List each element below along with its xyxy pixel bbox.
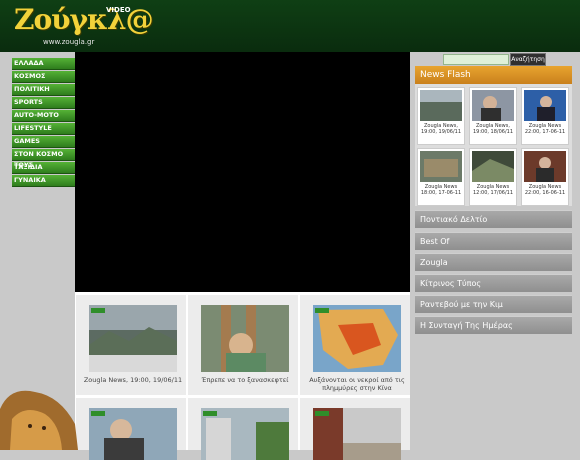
category-rantevou[interactable]: Ραντεβού με την Κιμ	[415, 295, 572, 313]
menu-item-women[interactable]: ΓΥΝΑΙΚΑ	[12, 175, 76, 187]
lion-illustration	[0, 390, 78, 450]
news-caption: Zougla News 22:00, 17-06-11	[524, 123, 566, 135]
main-menu: ΕΛΛΑΔΑ ΚΟΣΜΟΣ ΠΟΛΙΤΙΚΗ SPORTS AUTO-MOTO …	[12, 58, 76, 188]
news-flash-title: News Flash	[415, 66, 572, 84]
category-best-of[interactable]: Best Of	[415, 232, 572, 250]
menu-item-games[interactable]: GAMES	[12, 136, 76, 148]
menu-item-auto-moto[interactable]: AUTO-MOTO	[12, 110, 76, 122]
video-thumbnail	[89, 305, 177, 372]
video-thumbnail	[89, 408, 177, 460]
news-thumbnail	[524, 90, 566, 121]
site-header: Ζούγκλ@ VIDEO www.zougla.gr	[0, 0, 580, 52]
video-grid: Zougla News, 19:00, 19/06/11 Έπρεπε να τ…	[75, 292, 410, 460]
news-caption: Zougla News, 19:00, 19/06/11	[420, 123, 462, 135]
news-flash-item[interactable]: Zougla News 18:00, 17-06-11	[417, 148, 465, 206]
video-caption: Zougla News, 19:00, 19/06/11	[83, 376, 183, 384]
news-flash-item[interactable]: Zougla News, 19:00, 18/06/11	[469, 87, 517, 145]
video-thumbnail	[313, 305, 401, 372]
menu-item-world[interactable]: ΚΟΣΜΟΣ	[12, 71, 76, 83]
news-thumbnail	[420, 151, 462, 182]
news-flash-panel: News Flash Zougla News, 19:00, 19/06/11 …	[415, 66, 572, 206]
video-thumbnail	[201, 305, 289, 372]
video-thumbnail	[201, 408, 289, 460]
logo-badge: VIDEO	[106, 6, 131, 14]
video-card[interactable]: Zougla News, 19:00, 19/06/11	[76, 295, 186, 395]
site-logo[interactable]: Ζούγκλ@	[14, 3, 154, 36]
menu-item-sports[interactable]: SPORTS	[12, 97, 76, 109]
menu-item-travel[interactable]: ΤΑΞΙΔΙΑ	[12, 162, 76, 174]
news-flash-item[interactable]: Zougla News, 19:00, 19/06/11	[417, 87, 465, 145]
search-input[interactable]	[443, 54, 509, 65]
menu-item-lifestyle[interactable]: LIFESTYLE	[12, 123, 76, 135]
search-button[interactable]: Αναζήτηση	[510, 53, 546, 66]
news-caption: Zougla News 18:00, 17-06-11	[420, 184, 462, 196]
video-card[interactable]	[188, 398, 298, 460]
news-caption: Zougla News 12:00, 17/06/11	[472, 184, 514, 196]
menu-item-greece[interactable]: ΕΛΛΑΔΑ	[12, 58, 76, 70]
news-thumbnail	[420, 90, 462, 121]
news-flash-item[interactable]: Zougla News 22:00, 17-06-11	[521, 87, 569, 145]
category-zougla[interactable]: Zougla	[415, 253, 572, 271]
news-flash-item[interactable]: Zougla News 12:00, 17/06/11	[469, 148, 517, 206]
video-card[interactable]	[76, 398, 186, 460]
video-caption: Αυξάνονται οι νεκροί από τις πλημμύρες σ…	[309, 376, 405, 392]
news-flash-item[interactable]: Zougla News 22:00, 16-06-11	[521, 148, 569, 206]
category-pontiako-deltio[interactable]: Ποντιακό Δελτίο	[415, 210, 572, 228]
menu-item-politics[interactable]: ΠΟΛΙΤΙΚΗ	[12, 84, 76, 96]
video-card[interactable]: Αυξάνονται οι νεκροί από τις πλημμύρες σ…	[300, 295, 410, 395]
video-card[interactable]: Έπρεπε να το ξανασκεφτεί	[188, 295, 298, 395]
video-thumbnail	[313, 408, 401, 460]
news-thumbnail	[472, 151, 514, 182]
news-caption: Zougla News 22:00, 16-06-11	[524, 184, 566, 196]
video-card[interactable]	[300, 398, 410, 460]
video-caption: Έπρεπε να το ξανασκεφτεί	[201, 376, 289, 384]
menu-item-in-their-world[interactable]: ΣΤΟΝ ΚΟΣΜΟ ΤΟΥΣ	[12, 149, 76, 169]
category-kitrinos-typos[interactable]: Κίτρινος Τύπος	[415, 274, 572, 292]
news-caption: Zougla News, 19:00, 18/06/11	[472, 123, 514, 135]
logo-url: www.zougla.gr	[43, 38, 95, 46]
video-player[interactable]	[75, 52, 410, 292]
news-thumbnail	[524, 151, 566, 182]
category-syntagi[interactable]: Η Συνταγή Της Ημέρας	[415, 316, 572, 334]
news-thumbnail	[472, 90, 514, 121]
